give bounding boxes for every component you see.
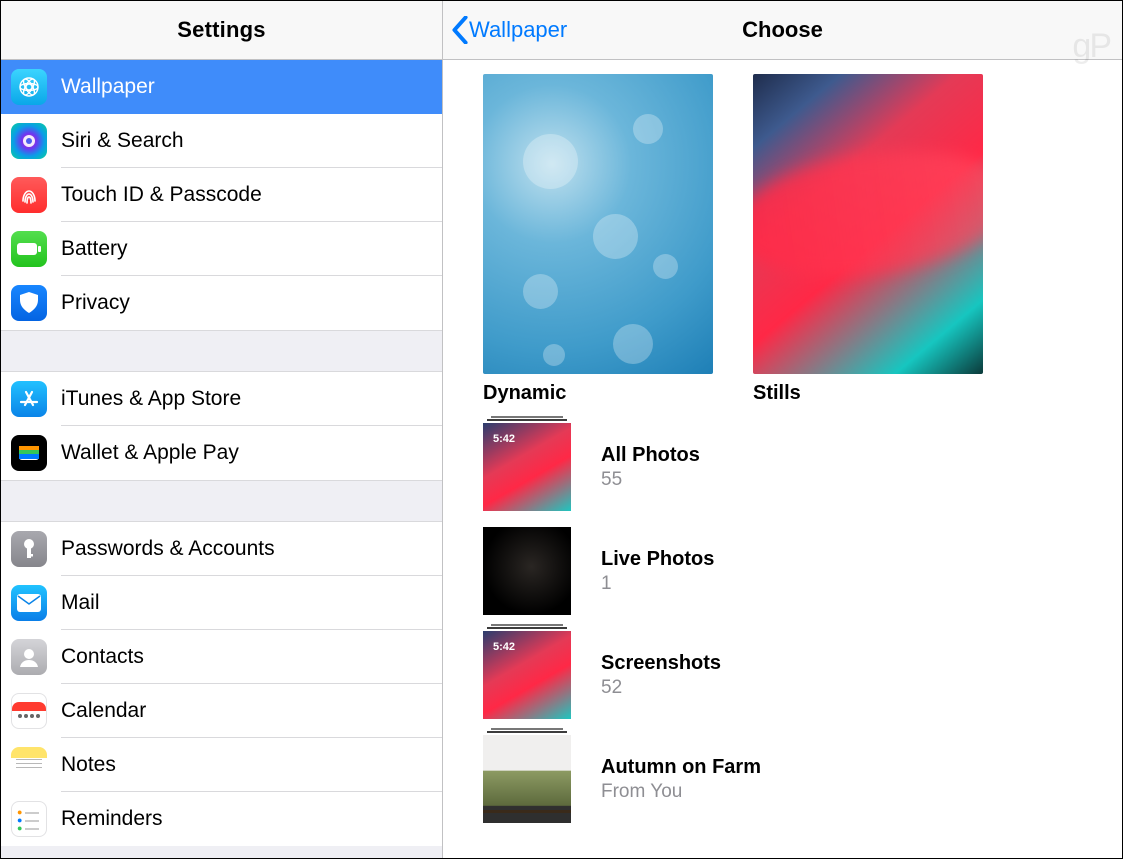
sidebar-item-siri-search[interactable]: Siri & Search <box>1 114 442 168</box>
category-label: Stills <box>753 382 983 405</box>
album-subtitle: 55 <box>601 469 700 491</box>
sidebar-item-itunes-appstore[interactable]: iTunes & App Store <box>1 372 442 426</box>
calendar-icon <box>11 693 47 729</box>
sidebar-item-contacts[interactable]: Contacts <box>1 630 442 684</box>
passwords-accounts-icon <box>11 531 47 567</box>
sidebar-item-label: Wallpaper <box>61 75 155 99</box>
battery-icon <box>11 231 47 267</box>
sidebar-item-label: Touch ID & Passcode <box>61 183 262 207</box>
album-autumn-on-farm[interactable]: Autumn on FarmFrom You <box>483 727 1082 831</box>
itunes-appstore-icon <box>11 381 47 417</box>
back-button[interactable]: Wallpaper <box>451 16 567 44</box>
autumn-on-farm-thumb <box>483 735 571 823</box>
album-subtitle: From You <box>601 781 761 803</box>
sidebar-item-label: Wallet & Apple Pay <box>61 441 239 465</box>
sidebar-item-label: Notes <box>61 753 116 777</box>
chevron-left-icon <box>451 16 469 44</box>
wallpaper-category-dynamic[interactable]: Dynamic <box>483 74 713 405</box>
wallet-applepay-icon <box>11 435 47 471</box>
wallpaper-category-stills[interactable]: Stills <box>753 74 983 405</box>
notes-icon <box>11 747 47 783</box>
sidebar-title: Settings <box>1 1 442 60</box>
reminders-icon: ● ● ● <box>11 801 47 837</box>
privacy-icon <box>11 285 47 321</box>
album-title: Autumn on Farm <box>601 756 761 779</box>
wallpaper-icon <box>11 69 47 105</box>
sidebar-item-label: Reminders <box>61 807 163 831</box>
sidebar-item-notes[interactable]: Notes <box>1 738 442 792</box>
sidebar-item-label: Privacy <box>61 291 130 315</box>
sidebar-item-touchid[interactable]: Touch ID & Passcode <box>1 168 442 222</box>
sidebar-item-wallpaper[interactable]: Wallpaper <box>1 60 442 114</box>
screenshots-thumb: 5:42 <box>483 631 571 719</box>
main-panel: Wallpaper Choose Dynamic Stills 5:42 All P… <box>443 1 1122 858</box>
touchid-icon <box>11 177 47 213</box>
live-photos-thumb <box>483 527 571 615</box>
album-live-photos[interactable]: Live Photos1 <box>483 519 1082 623</box>
sidebar-item-privacy[interactable]: Privacy <box>1 276 442 330</box>
sidebar-item-mail[interactable]: Mail <box>1 576 442 630</box>
category-label: Dynamic <box>483 382 713 405</box>
sidebar-item-label: Battery <box>61 237 128 261</box>
mail-icon <box>11 585 47 621</box>
sidebar-item-battery[interactable]: Battery <box>1 222 442 276</box>
album-subtitle: 52 <box>601 677 721 699</box>
album-screenshots[interactable]: 5:42 Screenshots52 <box>483 623 1082 727</box>
album-title: All Photos <box>601 444 700 467</box>
siri-search-icon <box>11 123 47 159</box>
settings-sidebar: Settings Wallpaper Siri & Search Touch ID … <box>1 1 443 858</box>
album-title: Screenshots <box>601 652 721 675</box>
sidebar-item-passwords-accounts[interactable]: Passwords & Accounts <box>1 522 442 576</box>
all-photos-thumb: 5:42 <box>483 423 571 511</box>
sidebar-item-reminders[interactable]: ● ● ● Reminders <box>1 792 442 846</box>
album-all-photos[interactable]: 5:42 All Photos55 <box>483 415 1082 519</box>
sidebar-item-calendar[interactable]: Calendar <box>1 684 442 738</box>
main-header: Wallpaper Choose <box>443 1 1122 60</box>
sidebar-item-label: Calendar <box>61 699 146 723</box>
album-title: Live Photos <box>601 548 714 571</box>
sidebar-item-label: Passwords & Accounts <box>61 537 275 561</box>
contacts-icon <box>11 639 47 675</box>
sidebar-item-label: iTunes & App Store <box>61 387 241 411</box>
sidebar-item-label: Siri & Search <box>61 129 184 153</box>
dynamic-thumb <box>483 74 713 374</box>
stills-thumb <box>753 74 983 374</box>
back-label: Wallpaper <box>469 17 567 43</box>
sidebar-item-label: Mail <box>61 591 100 615</box>
album-subtitle: 1 <box>601 573 714 595</box>
sidebar-item-wallet-applepay[interactable]: Wallet & Apple Pay <box>1 426 442 480</box>
sidebar-item-label: Contacts <box>61 645 144 669</box>
